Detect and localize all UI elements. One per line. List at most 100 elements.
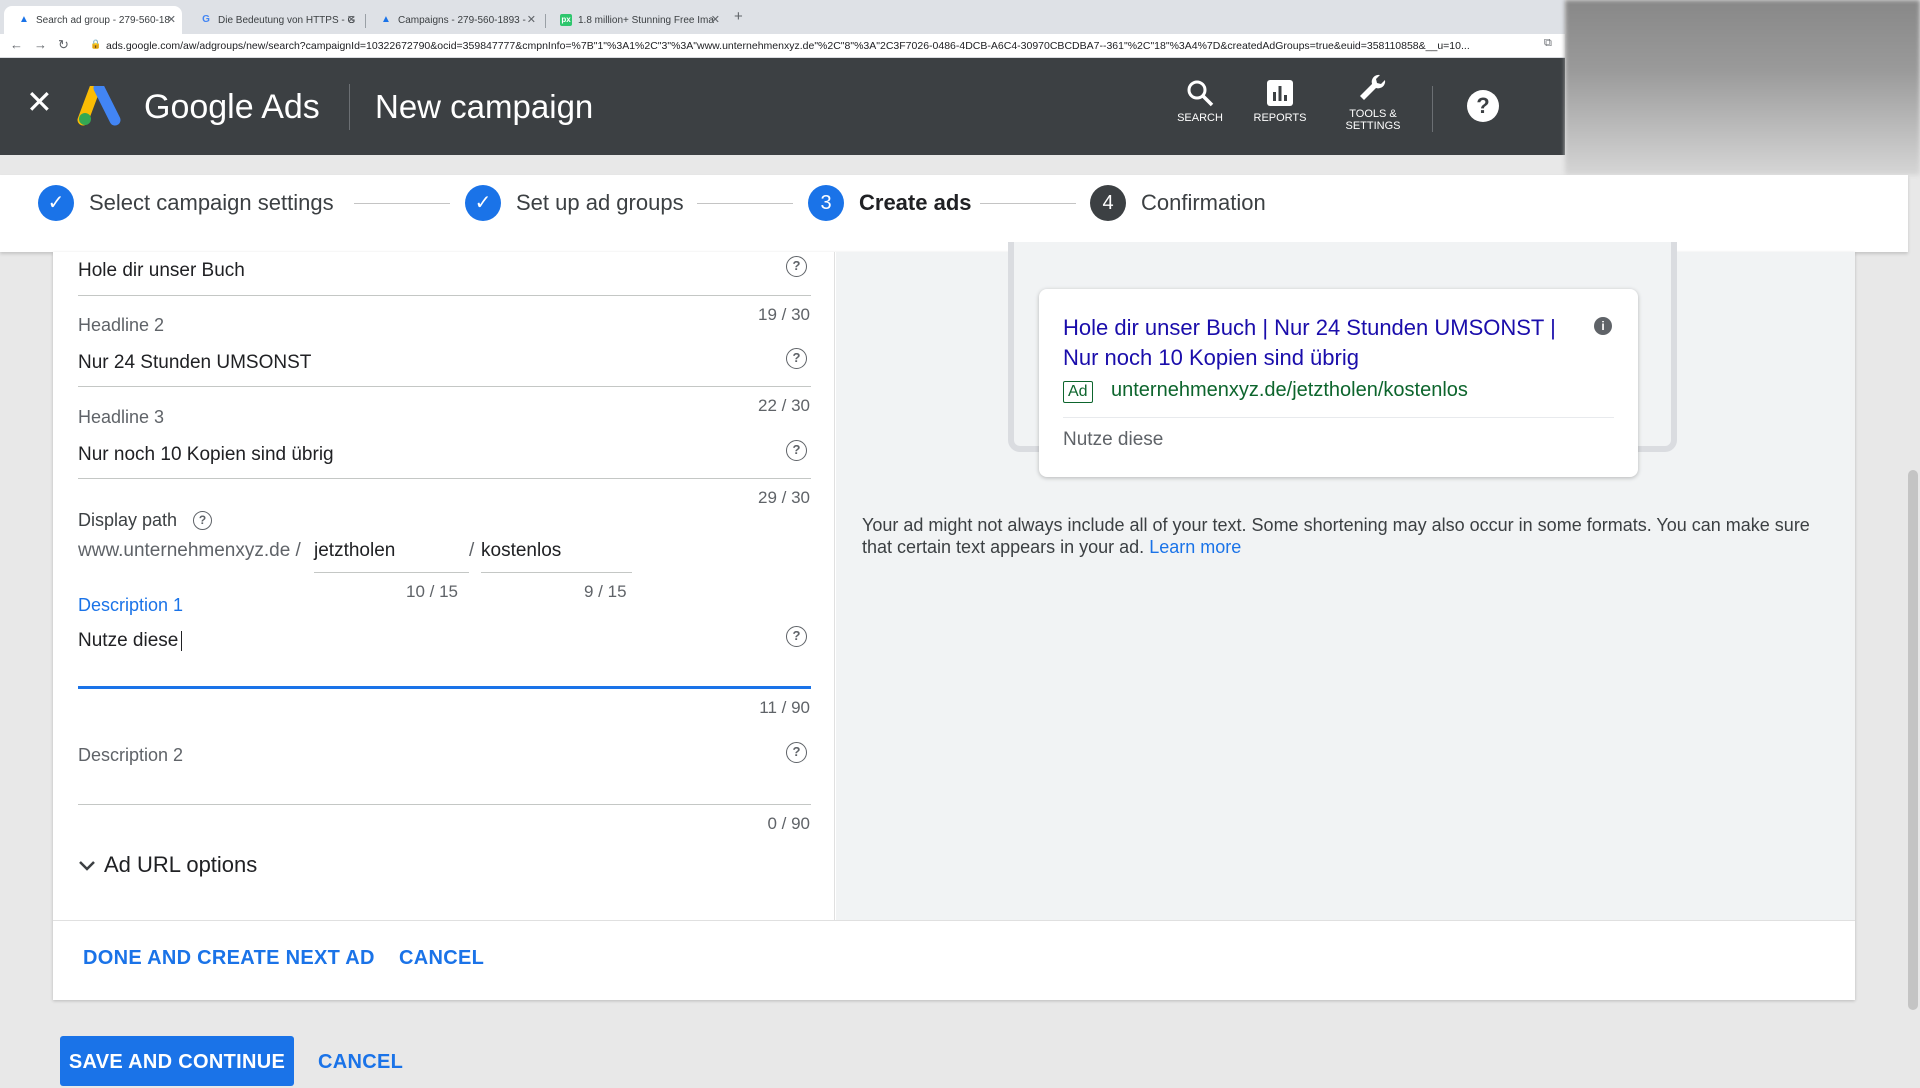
description-1-input[interactable]: Nutze diese [78,630,183,652]
wrench-icon [1360,74,1386,100]
headline-3-count: 29 / 30 [758,488,810,507]
step-connector [354,203,450,204]
path-2-input[interactable]: kostenlos [481,540,561,562]
ad-url-options-label: Ad URL options [104,852,258,877]
close-tab-icon[interactable]: ✕ [167,13,176,26]
headline-2-label: Headline 2 [78,315,165,335]
info-icon[interactable]: i [1594,317,1612,335]
headline-2-input[interactable]: Nur 24 Stunden UMSONST [78,352,311,374]
check-icon: ✓ [38,185,74,221]
step-confirmation: Confirmation [1141,190,1266,215]
done-create-next-ad-button[interactable]: DONE AND CREATE NEXT AD [83,947,375,970]
headline-2-count: 22 / 30 [758,396,810,415]
browser-tab-https[interactable]: G Die Bedeutung von HTTPS - G ✕ [186,6,362,34]
description-2-input[interactable]: Description 2 [78,745,183,766]
ad-editor-card: Hole dir unser Buch ? 19 / 30 Headline 2… [53,242,1855,1000]
ad-preview-divider [1063,417,1614,418]
field-underline [78,478,811,479]
browser-tab-campaigns[interactable]: ▲ Campaigns - 279-560-1893 - ✕ [366,6,542,34]
step-connector [980,203,1076,204]
cancel-button[interactable]: CANCEL [318,1051,403,1074]
display-path-base: www.unternehmenxyz.de / [78,540,301,561]
page-scrollbar[interactable] [1908,470,1918,1010]
preview-note: Your ad might not always include all of … [862,514,1812,558]
headline-1-count: 19 / 30 [758,305,810,324]
search-label: SEARCH [1177,112,1223,124]
display-path-label: Display path [78,510,178,530]
page-title: New campaign [375,88,594,125]
step-connector [697,203,793,204]
app-header: ✕ Google Ads New campaign SEARCH REPORTS… [0,58,1565,155]
help-icon[interactable]: ? [786,626,807,647]
header-divider [349,84,350,130]
help-icon[interactable]: ? [786,742,807,763]
reports-label: REPORTS [1253,112,1307,124]
blurred-background [1565,0,1920,175]
tab-title: Campaigns - 279-560-1893 - [398,14,526,26]
path-1-count: 10 / 15 [406,582,458,601]
forward-icon[interactable]: → [34,37,47,52]
step-create-ads[interactable]: Create ads [859,190,972,216]
ad-url-options-toggle[interactable]: Ad URL options [78,852,257,878]
google-ads-logo [77,82,125,131]
reports-icon [1267,80,1293,106]
tools-settings-button[interactable]: TOOLS & SETTINGS [1338,72,1408,132]
headline-1-input[interactable]: Hole dir unser Buch [78,260,245,282]
path-2-underline [481,572,632,573]
reload-icon[interactable]: ↻ [58,37,69,53]
close-icon[interactable]: ✕ [26,86,53,118]
header-divider [1432,86,1433,132]
pixabay-icon: px [560,14,572,26]
url-field[interactable]: ads.google.com/aw/adgroups/new/search?ca… [106,37,1546,55]
text-caret [181,630,183,651]
search-icon [1187,80,1214,107]
preview-note-text: Your ad might not always include all of … [862,515,1810,557]
ad-preview-url: unternehmenxyz.de/jetztholen/kostenlos [1111,379,1468,401]
step-set-up-ad-groups[interactable]: Set up ad groups [516,190,684,216]
reports-tool-button[interactable]: REPORTS [1248,78,1312,124]
field-underline [78,386,811,387]
step-number-4: 4 [1090,185,1126,221]
cancel-ad-button[interactable]: CANCEL [399,947,484,970]
description-1-value: Nutze diese [78,630,179,651]
path-separator: / [469,540,475,561]
brand-name: Google Ads [144,88,320,126]
close-tab-icon[interactable]: ✕ [527,13,536,26]
browser-tab-pixabay[interactable]: px 1.8 million+ Stunning Free Ima ✕ [546,6,726,34]
path-2-count: 9 / 15 [584,582,627,601]
ad-preview-headline: Hole dir unser Buch | Nur 24 Stunden UMS… [1063,315,1556,370]
headline-3-label: Headline 3 [78,407,165,427]
help-icon[interactable]: ? [786,256,807,277]
tab-title: Search ad group - 279-560-18 [36,14,170,26]
path-1-input[interactable]: jetztholen [314,540,395,562]
tools-label-1: TOOLS & [1349,108,1397,120]
help-icon[interactable]: ? [786,348,807,369]
ad-preview-card: Hole dir unser Buch | Nur 24 Stunden UMS… [1039,289,1638,477]
description-2-count: 0 / 90 [767,814,810,833]
google-ads-icon: ▲ [19,14,29,25]
browser-tab-search-ad-group[interactable]: ▲ Search ad group - 279-560-18 ✕ [4,6,182,34]
back-icon[interactable]: ← [10,37,23,52]
step-number-3: 3 [808,185,844,221]
tools-label-2: SETTINGS [1345,120,1401,132]
google-icon: G [202,14,210,25]
help-icon[interactable]: ? [1467,90,1499,122]
step-select-campaign-settings[interactable]: Select campaign settings [89,190,334,216]
close-tab-icon[interactable]: ✕ [711,13,720,26]
headline-3-input[interactable]: Nur noch 10 Kopien sind übrig [78,444,334,466]
search-tool-button[interactable]: SEARCH [1170,78,1230,124]
help-icon[interactable]: ? [193,511,212,530]
description-1-focus-underline [78,686,811,689]
learn-more-link[interactable]: Learn more [1149,537,1241,557]
save-and-continue-button[interactable]: SAVE AND CONTINUE [60,1036,294,1086]
help-icon[interactable]: ? [786,440,807,461]
ad-form: Hole dir unser Buch ? 19 / 30 Headline 2… [53,252,835,920]
extension-icon[interactable]: ⧉ [1544,37,1552,50]
close-tab-icon[interactable]: ✕ [347,13,356,26]
ad-preview-panel: Hole dir unser Buch | Nur 24 Stunden UMS… [836,242,1855,920]
check-icon: ✓ [465,185,501,221]
ad-preview-description: Nutze diese [1063,429,1164,450]
browser-tab-strip: ▲ Search ad group - 279-560-18 ✕ G Die B… [0,0,1565,34]
new-tab-button[interactable]: + [734,8,743,25]
field-underline [78,295,811,296]
